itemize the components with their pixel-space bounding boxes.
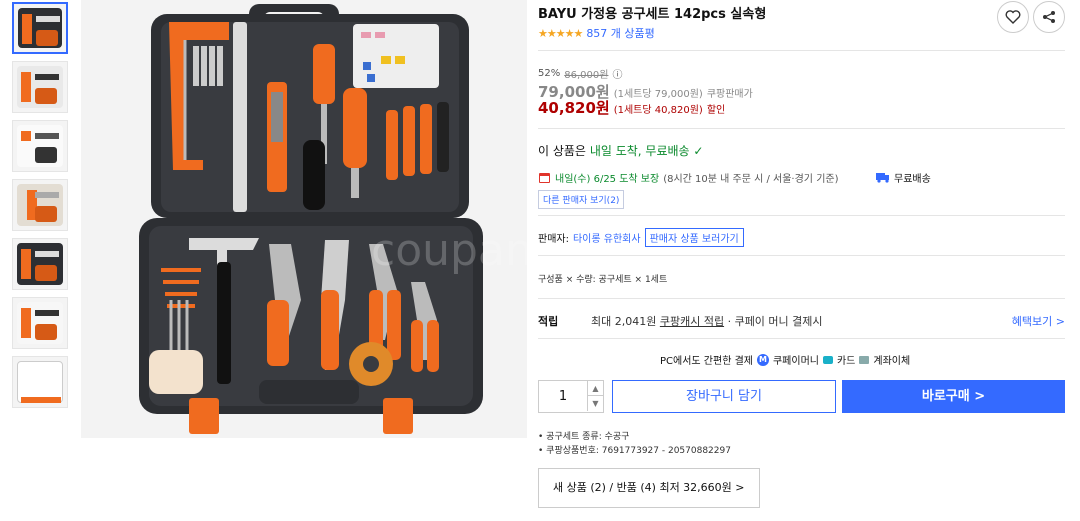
component-quantity: 구성품 × 수량: 공구세트 × 1세트 xyxy=(538,275,668,285)
benefits-link[interactable]: 혜택보기 > xyxy=(1012,313,1065,329)
pc-payment-label: PC에서도 간편한 결제 xyxy=(660,356,753,367)
free-shipping-label: 무료배송 xyxy=(894,174,931,185)
divider xyxy=(538,255,1065,256)
original-price: 86,000원 xyxy=(564,70,609,81)
thumbnail-list xyxy=(12,2,70,415)
other-sellers-button[interactable]: 다른 판매자 보기(2) xyxy=(538,190,625,209)
free-shipping: 무료배송 xyxy=(876,170,931,185)
seller-row: 판매자: 타이롱 유한회사 판매자 상품 보러가기 xyxy=(538,228,744,247)
thumbnail-5[interactable] xyxy=(12,238,68,290)
attribute-item: 쿠팡상품번호: 7691773927 - 20570882297 xyxy=(538,444,731,458)
card-icon xyxy=(822,355,833,364)
quantity-stepper[interactable]: 1 ▲ ▼ xyxy=(538,380,604,413)
bank-transfer-icon xyxy=(859,355,870,364)
thumbnail-3[interactable] xyxy=(12,120,68,172)
divider xyxy=(538,298,1065,299)
eta-note: (8시간 10분 내 주문 시 / 서울·경기 기준) xyxy=(663,174,839,185)
discount-rate: 52% xyxy=(538,68,561,79)
eta-date: 내일(수) 6/25 도착 보장 xyxy=(555,174,660,185)
coupay-money-icon: M xyxy=(756,353,769,366)
image-watermark: coupang xyxy=(371,225,527,276)
quantity-down-icon[interactable]: ▼ xyxy=(587,396,603,411)
reward-text: 최대 2,041원 쿠팡캐시 적립 · 쿠페이 머니 결제시 xyxy=(591,313,823,329)
wishlist-button[interactable] xyxy=(997,1,1029,33)
seller-label: 판매자: xyxy=(538,234,569,245)
product-attributes: 공구세트 종류: 수공구 쿠팡상품번호: 7691773927 - 205708… xyxy=(538,430,731,458)
shipping-highlight: 내일 도착, 무료배송 xyxy=(589,144,690,158)
shipping-headline: 이 상품은 내일 도착, 무료배송 ✓ xyxy=(538,142,703,159)
reward-condition: · 쿠페이 머니 결제시 xyxy=(727,315,823,328)
reward-amount: 최대 2,041원 xyxy=(591,315,657,328)
coupay-money-label: 쿠페이머니 xyxy=(772,356,819,367)
add-to-cart-button[interactable]: 장바구니 담기 xyxy=(612,380,836,413)
bank-transfer-label: 계좌이체 xyxy=(873,356,911,367)
thumbnail-1[interactable] xyxy=(12,2,68,54)
eta-row: 내일(수) 6/25 도착 보장 (8시간 10분 내 주문 시 / 서울·경기… xyxy=(538,170,931,185)
seller-products-button[interactable]: 판매자 상품 보러가기 xyxy=(644,228,744,247)
final-label: 할인 xyxy=(706,105,726,116)
rating-row: ★★★★★ 857 개 상품평 xyxy=(538,25,655,41)
divider xyxy=(538,128,1065,129)
share-icon xyxy=(1043,11,1055,23)
share-button[interactable] xyxy=(1033,1,1065,33)
seller-name-link[interactable]: 타이롱 유한회사 xyxy=(573,230,641,245)
thumbnail-7[interactable] xyxy=(12,356,68,408)
main-product-image: coupang xyxy=(81,0,561,438)
payment-methods: PC에서도 간편한 결제 M 쿠페이머니 카드 계좌이체 xyxy=(660,352,910,367)
shipping-prefix: 이 상품은 xyxy=(538,144,586,158)
buy-now-button[interactable]: 바로구매 > xyxy=(842,380,1065,413)
divider xyxy=(538,215,1065,216)
final-price-row: 40,820원 (1세트당 40,820원) 할인 xyxy=(538,97,725,118)
thumbnail-6[interactable] xyxy=(12,297,68,349)
thumbnail-2[interactable] xyxy=(12,61,68,113)
other-offers-button[interactable]: 새 상품 (2) / 반품 (4) 최저 32,660원 > xyxy=(538,468,760,508)
review-count-link[interactable]: 857 개 상품평 xyxy=(586,25,654,41)
thumbnail-4[interactable] xyxy=(12,179,68,231)
quantity-value[interactable]: 1 xyxy=(539,381,587,412)
calendar-icon xyxy=(539,173,550,183)
product-title: BAYU 가정용 공구세트 142pcs 실속형 xyxy=(538,7,767,22)
reward-label: 적립 xyxy=(538,315,559,328)
card-label: 카드 xyxy=(836,356,856,367)
heart-icon xyxy=(1005,10,1021,24)
final-price: 40,820원 xyxy=(538,99,610,117)
truck-icon xyxy=(876,173,889,183)
divider xyxy=(538,50,1065,51)
divider xyxy=(538,338,1065,339)
check-icon: ✓ xyxy=(693,144,704,158)
coupang-cash-link[interactable]: 쿠팡캐시 적립 xyxy=(660,315,724,328)
final-unit-price: (1세트당 40,820원) xyxy=(613,105,703,116)
info-icon[interactable]: ⓘ xyxy=(612,66,622,81)
attribute-item: 공구세트 종류: 수공구 xyxy=(538,430,731,444)
discount-row: 52% 86,000원 ⓘ xyxy=(538,66,622,81)
star-rating: ★★★★★ xyxy=(538,26,583,40)
quantity-up-icon[interactable]: ▲ xyxy=(587,381,603,396)
